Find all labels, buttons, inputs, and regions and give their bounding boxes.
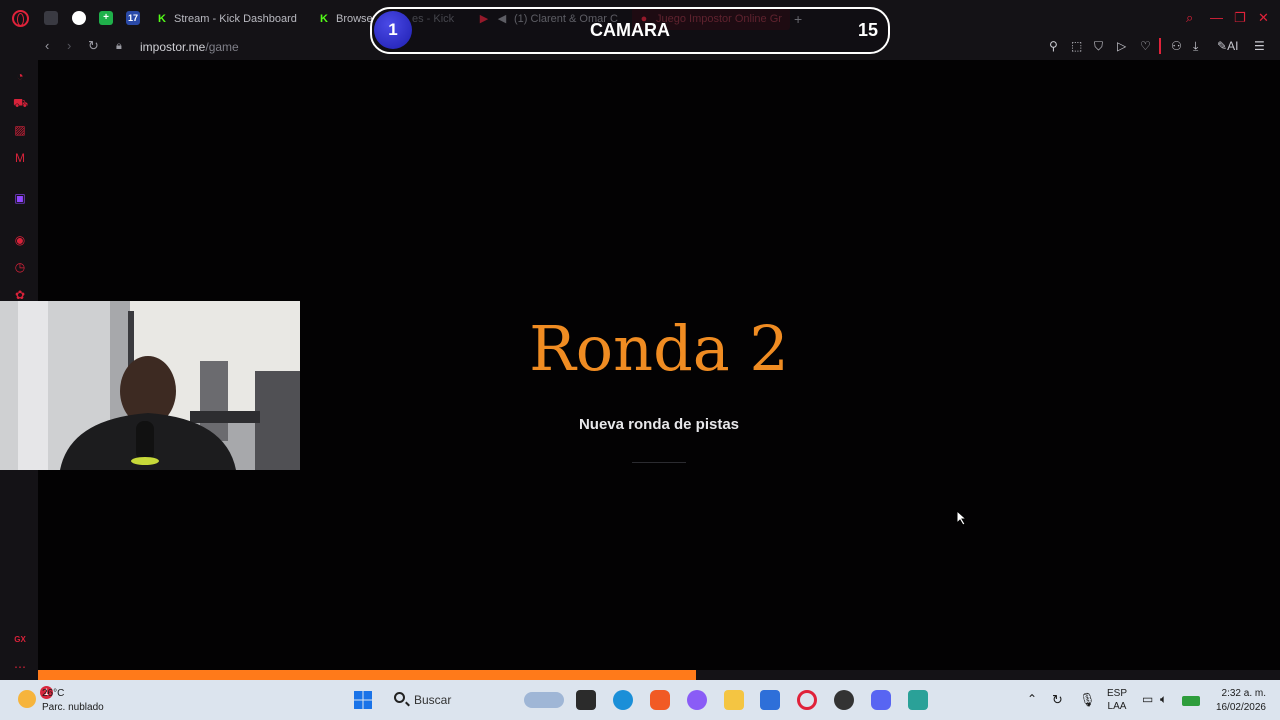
volume-icon[interactable]: 🔈︎ [1160,692,1167,707]
tab-label: Browse [336,13,373,25]
overlay-label: CAMARA [590,20,670,40]
tray-chevron-icon[interactable]: ⌃ [1027,692,1037,706]
profile-icon[interactable]: ⚇ [1171,39,1182,53]
obs-icon[interactable] [834,690,854,710]
taskbar-search[interactable]: Buscar [386,688,566,712]
workspace-icon[interactable] [44,11,58,25]
search-tabs-icon[interactable]: ⌕ [1186,10,1193,26]
easy-setup-icon[interactable]: ☰ [1254,39,1265,53]
vpn-shield-icon[interactable]: ⛉ [1094,39,1103,54]
minimize-icon[interactable]: — [1210,10,1223,25]
windows-start-icon[interactable] [353,690,373,710]
battery-icon[interactable] [1182,696,1200,706]
url-host: impostor.me [140,40,206,54]
sync-icon[interactable]: ↻ [1052,692,1063,708]
close-window-icon[interactable]: ✕ [1258,10,1269,26]
microphone-icon[interactable]: 🎙︎ [1079,692,1096,708]
speed-dial-icon[interactable]: ◔ [13,69,27,83]
search-icon [394,692,405,703]
file-explorer-icon[interactable] [724,690,744,710]
history-icon[interactable]: ◷ [13,260,27,274]
language-indicator[interactable]: ESP LAA [1107,687,1127,713]
webcam-image [0,301,300,470]
network-icon[interactable]: ▭ [1142,692,1153,706]
favorites-heart-icon[interactable]: ♡ [1140,39,1151,53]
twitch-icon[interactable]: ▣ [13,191,27,205]
notepad-icon[interactable] [908,690,928,710]
more-icon[interactable]: ⋯ [13,660,27,674]
tab-label: Stream - Kick Dashboard [174,13,297,25]
copilot-icon[interactable] [687,690,707,710]
url-path: /game [205,40,239,54]
lang-top: ESP [1107,688,1128,699]
url-field[interactable]: impostor.me/game [140,40,239,54]
gmail-icon[interactable]: M [13,151,27,165]
search-label: Buscar [414,693,452,707]
kick-icon: K [320,13,328,25]
store-icon[interactable] [760,690,780,710]
tab-kick-browse[interactable]: K Browse [318,9,378,29]
extensions-icon[interactable]: ✿ [13,288,27,302]
player-sidebar-icon[interactable]: ◉ [13,233,27,247]
round-progress-fill [38,670,697,680]
player-icon[interactable]: ▷ [1117,39,1126,53]
edge-icon[interactable] [613,690,633,710]
snapshot-icon[interactable]: ⬚ [1071,39,1082,53]
toolbar-separator [1159,38,1161,54]
weather-widget[interactable]: 1 26°C Parc. nublado [14,686,114,714]
round-progress-bar [38,670,1280,680]
overlay-count: 15 [857,20,878,40]
pinned-tab-17[interactable]: 17 [126,11,140,25]
search-highlight-icon [524,692,564,708]
mouse-cursor-icon [956,510,968,526]
screen: + 17 K Stream - Kick Dashboard K Browse … [0,0,1280,720]
gx-control-icon[interactable]: ⛟ [13,96,28,110]
brave-icon[interactable] [650,690,670,710]
taskbar-clock[interactable]: 2:32 a. m. 16/02/2026 [1216,687,1266,715]
task-view-icon[interactable] [576,690,596,710]
weather-sun-icon [18,690,36,708]
discord-icon[interactable] [871,690,891,710]
lang-bottom: LAA [1107,701,1127,712]
restore-icon[interactable]: ❐ [1234,10,1246,26]
clock-date: 16/02/2026 [1215,702,1266,713]
reload-icon[interactable]: ↻ [88,38,99,54]
clock-time: 2:32 a. m. [1221,688,1266,699]
tab-kick-dashboard[interactable]: K Stream - Kick Dashboard [156,9,306,29]
back-icon[interactable]: ‹ [45,38,49,53]
opera-menu-icon[interactable] [12,10,29,27]
weather-desc: Parc. nublado [42,702,104,713]
gx-cleaner-icon[interactable]: ▨ [13,123,27,137]
opera-gx-taskbar-icon[interactable] [797,690,817,710]
title-divider [632,462,686,463]
pin-icon[interactable]: ⚲ [1049,39,1058,53]
gx-label[interactable]: GX [13,633,27,647]
pinned-tab-circle-icon[interactable] [72,11,86,25]
download-icon[interactable]: ⤓ [1193,39,1198,54]
kick-icon: K [158,13,166,25]
stream-overlay-bar: 1 CAMARA 15 [370,7,890,54]
lock-icon[interactable]: 🔒︎ [116,40,122,53]
aria-ai-button[interactable]: ✎AI [1217,39,1238,53]
webcam-feed [0,301,300,470]
ai-label: AI [1227,39,1239,53]
pinned-tab-plus-icon[interactable]: + [99,11,113,25]
forward-icon[interactable]: › [67,38,71,53]
weather-temp: 26°C [42,688,65,699]
